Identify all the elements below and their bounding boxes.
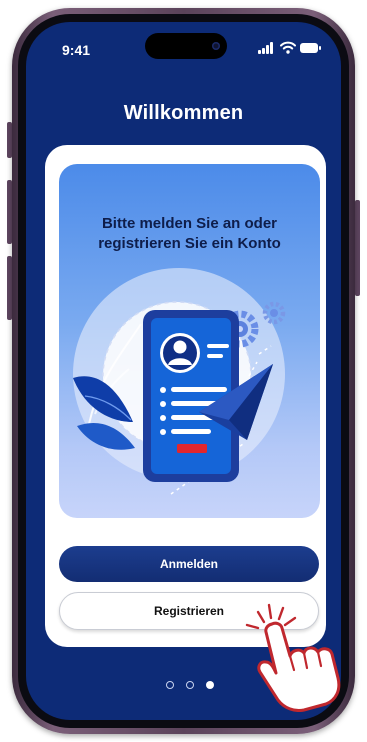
status-bar: 9:41 xyxy=(26,22,341,70)
power-button xyxy=(355,200,360,296)
welcome-card: Bitte melden Sie an oder registrieren Si… xyxy=(45,145,326,647)
page-dot-2[interactable] xyxy=(186,681,194,689)
front-camera xyxy=(212,42,220,50)
login-button[interactable]: Anmelden xyxy=(59,546,319,582)
page-dot-1[interactable] xyxy=(166,681,174,689)
profile-document-illustration xyxy=(73,268,286,495)
wifi-icon xyxy=(280,41,296,54)
page-dot-3[interactable] xyxy=(206,681,214,689)
status-time: 9:41 xyxy=(62,42,91,58)
page-indicator xyxy=(166,681,226,691)
tapping-hand-icon xyxy=(245,603,341,712)
signal-icon xyxy=(258,42,276,54)
battery-icon xyxy=(300,43,322,53)
illustration-panel: Bitte melden Sie an oder registrieren Si… xyxy=(59,164,320,518)
device-mockup: 9:41 Willkommen Bitte melden Sie an oder… xyxy=(0,0,367,742)
page-title: Willkommen xyxy=(123,102,244,124)
